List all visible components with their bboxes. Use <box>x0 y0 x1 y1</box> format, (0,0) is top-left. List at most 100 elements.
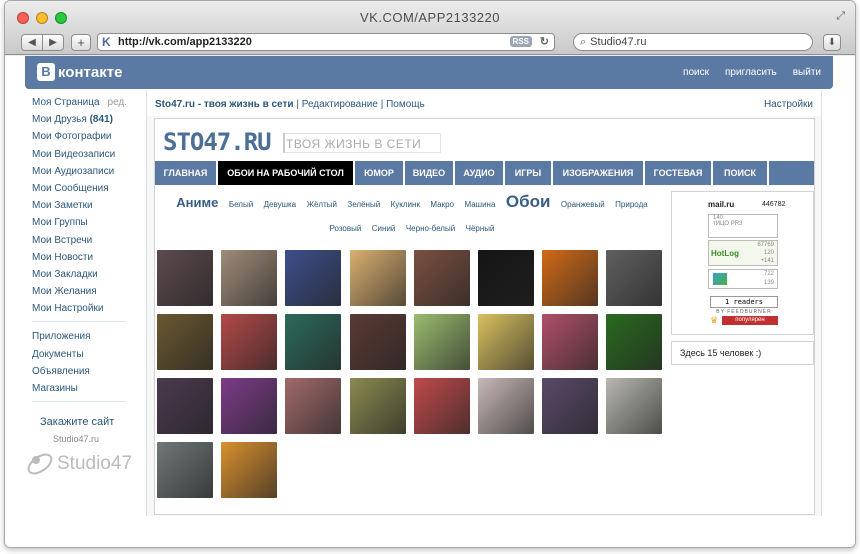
wallpaper-thumbnail[interactable] <box>221 314 278 370</box>
studio47-logo[interactable]: Studio47 <box>25 448 132 480</box>
hotlog-counter[interactable]: HotLog 87769 120 +141 <box>708 240 778 266</box>
forward-button[interactable]: ▶ <box>42 34 64 51</box>
wallpaper-thumbnail[interactable] <box>285 250 342 306</box>
tag-kuklink[interactable]: Куклинк <box>391 200 420 209</box>
wallpaper-thumbnail[interactable] <box>285 314 342 370</box>
reload-icon[interactable]: ↻ <box>540 35 549 48</box>
tag-black-white[interactable]: Черно-белый <box>406 224 455 233</box>
nav-news[interactable]: Мои Новости <box>32 249 137 266</box>
menu-search[interactable]: ПОИСК <box>713 161 769 185</box>
hotlog-label: HotLog <box>711 249 739 258</box>
nav-my-page[interactable]: Моя Страница ред. <box>32 94 137 111</box>
wallpaper-thumbnail[interactable] <box>606 314 663 370</box>
mailru-counter-label[interactable]: mail.ru <box>708 200 734 209</box>
menu-wallpapers[interactable]: ОБОИ НА РАБОЧИЙ СТОЛ <box>218 161 355 185</box>
wallpaper-thumbnail[interactable] <box>413 378 470 434</box>
app-title-link[interactable]: Sto47.ru - твоя жизнь в сети <box>155 99 294 110</box>
search-input[interactable]: ⌕ Studio47.ru <box>573 33 813 51</box>
wallpaper-thumbnail[interactable] <box>477 250 534 306</box>
address-bar[interactable]: K http://vk.com/app2133220 RSS ↻ <box>97 33 555 51</box>
popular-badge[interactable]: популярен <box>722 316 778 325</box>
tag-anime[interactable]: Аниме <box>176 195 218 210</box>
wallpaper-thumbnail[interactable] <box>542 378 599 434</box>
tag-black[interactable]: Чёрный <box>466 224 495 233</box>
nav-messages[interactable]: Мои Сообщения <box>32 180 137 197</box>
feed-readers-count[interactable]: 1 readers <box>710 296 778 308</box>
wallpaper-thumbnail[interactable] <box>221 442 278 498</box>
nav-events[interactable]: Мои Встречи <box>32 232 137 249</box>
edit-profile-link[interactable]: ред. <box>108 97 128 108</box>
wallpaper-thumbnail[interactable] <box>349 250 406 306</box>
top-link-invite[interactable]: пригласить <box>725 67 777 78</box>
fullscreen-icon[interactable]: ⤢ <box>836 10 845 23</box>
tag-yellow[interactable]: Жёлтый <box>307 200 337 209</box>
wallpaper-thumbnail[interactable] <box>221 250 278 306</box>
nav-videos[interactable]: Мои Видеозаписи <box>32 146 137 163</box>
nav-ads[interactable]: Объявления <box>32 363 137 380</box>
back-button[interactable]: ◀ <box>21 34 43 51</box>
wallpaper-thumbnail[interactable] <box>413 250 470 306</box>
menu-images[interactable]: ИЗОБРАЖЕНИЯ <box>553 161 645 185</box>
nav-settings[interactable]: Мои Настройки <box>32 300 137 317</box>
nav-apps[interactable]: Приложения <box>32 328 137 345</box>
wallpaper-thumbnail[interactable] <box>157 250 213 306</box>
nav-audio[interactable]: Мои Аудиозаписи <box>32 163 137 180</box>
menu-humor[interactable]: ЮМОР <box>355 161 405 185</box>
menu-video[interactable]: ВИДЕО <box>405 161 455 185</box>
tag-nature[interactable]: Природа <box>615 200 648 209</box>
vk-logo[interactable]: В контакте <box>37 63 122 81</box>
menu-home[interactable]: ГЛАВНАЯ <box>155 161 218 185</box>
nav-photos[interactable]: Мои Фотографии <box>32 128 137 145</box>
tag-orange[interactable]: Оранжевый <box>561 200 605 209</box>
wallpaper-thumbnail[interactable] <box>542 250 599 306</box>
rss-button[interactable]: RSS <box>509 36 532 47</box>
tag-green[interactable]: Зелёный <box>347 200 380 209</box>
tag-girl[interactable]: Девушка <box>264 200 296 209</box>
menu-guestbook[interactable]: ГОСТЕВАЯ <box>645 161 713 185</box>
nav-groups[interactable]: Мои Группы <box>32 214 137 231</box>
wallpaper-thumbnail[interactable] <box>606 250 663 306</box>
wallpaper-thumbnail[interactable] <box>157 442 213 498</box>
nav-wishes[interactable]: Мои Желания <box>32 283 137 300</box>
wallpaper-thumbnail[interactable] <box>477 314 534 370</box>
menu-games[interactable]: ИГРЫ <box>505 161 553 185</box>
order-site-link[interactable]: Закажите сайт <box>40 416 137 428</box>
search-icon: ⌕ <box>580 35 587 48</box>
nav-notes[interactable]: Мои Заметки <box>32 197 137 214</box>
top-link-search[interactable]: поиск <box>683 67 709 78</box>
nav-documents[interactable]: Документы <box>32 346 137 363</box>
app-settings-link[interactable]: Настройки <box>764 99 813 110</box>
wallpaper-thumbnail[interactable] <box>349 378 406 434</box>
wallpaper-thumbnail[interactable] <box>285 378 342 434</box>
tag-car[interactable]: Машина <box>464 200 495 209</box>
liveinternet-counter[interactable]: 722 139 <box>708 269 778 289</box>
wallpaper-thumbnail[interactable] <box>606 378 663 434</box>
tag-pink[interactable]: Розовый <box>329 224 361 233</box>
tag-white[interactable]: Белый <box>229 200 253 209</box>
downloads-button[interactable]: ⬇ <box>823 34 841 51</box>
site-logo[interactable]: STO47.RU <box>163 128 272 156</box>
wallpaper-thumbnail[interactable] <box>157 314 213 370</box>
pr-counter[interactable]: 140 тИЦО PR3 <box>708 214 778 238</box>
wallpaper-thumbnail[interactable] <box>349 314 406 370</box>
hotlog-value-c: +141 <box>760 258 774 264</box>
search-value: Studio47.ru <box>590 36 647 48</box>
wallpaper-thumbnail[interactable] <box>477 378 534 434</box>
wallpaper-thumbnail[interactable] <box>157 378 213 434</box>
wallpaper-thumbnail[interactable] <box>221 378 278 434</box>
tag-blue[interactable]: Синий <box>372 224 396 233</box>
app-edit-link[interactable]: Редактирование <box>302 99 378 110</box>
app-help-link[interactable]: Помощь <box>386 99 425 110</box>
tag-macro[interactable]: Макро <box>430 200 454 209</box>
add-bookmark-button[interactable]: + <box>71 34 91 51</box>
wallpaper-thumbnail[interactable] <box>413 314 470 370</box>
nav-bookmarks[interactable]: Мои Закладки <box>32 266 137 283</box>
tag-wallpapers[interactable]: Обои <box>506 192 551 211</box>
wallpaper-thumbnail[interactable] <box>542 314 599 370</box>
window-title: VK.COM/APP2133220 <box>359 10 501 25</box>
menu-audio[interactable]: АУДИО <box>455 161 505 185</box>
top-link-logout[interactable]: выйти <box>793 67 821 78</box>
nav-friends[interactable]: Мои Друзья (841) <box>32 111 137 128</box>
hotlog-value-b: 120 <box>763 250 774 256</box>
nav-shops[interactable]: Магазины <box>32 380 137 397</box>
